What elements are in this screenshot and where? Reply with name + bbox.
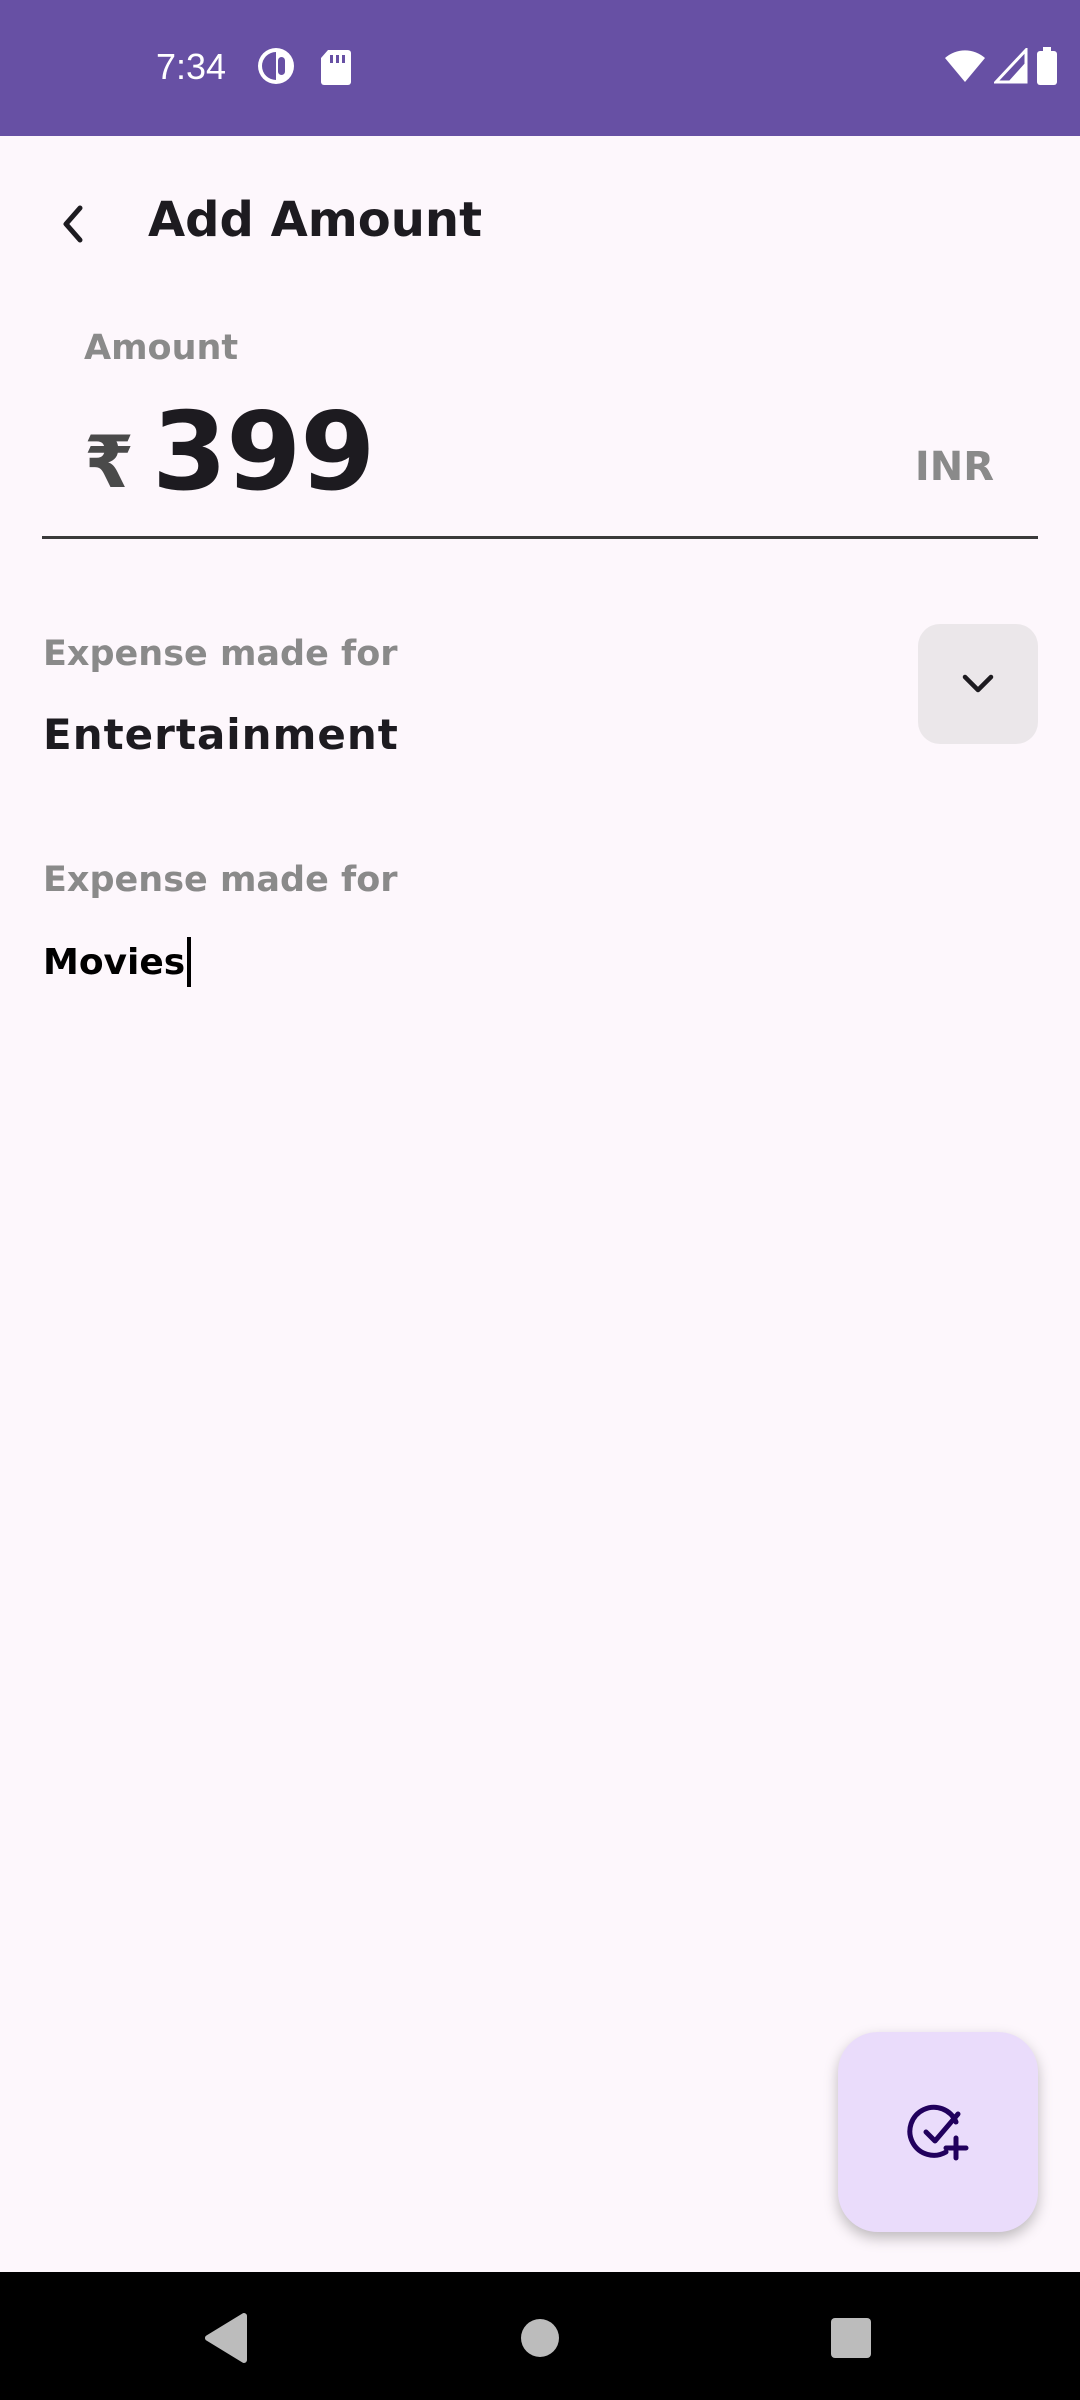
signal-icon: [992, 45, 1028, 89]
navigation-bar: [0, 2272, 1080, 2400]
amount-input[interactable]: 399: [152, 390, 375, 515]
chevron-down-icon: [962, 674, 994, 693]
status-icons: [944, 45, 1058, 90]
screen: 7:34 Add Amount Amount ₹ 399 INR Expense…: [0, 0, 1080, 2400]
wifi-icon: [944, 48, 986, 89]
nav-back-button[interactable]: [196, 2308, 256, 2368]
status-time: 7:34: [156, 46, 227, 87]
recents-square-icon: [831, 2318, 871, 2358]
status-bar: 7:34: [0, 0, 1080, 136]
sd-card-icon: [318, 46, 358, 86]
text-cursor: [187, 937, 192, 987]
home-circle-icon: [521, 2319, 559, 2357]
category-label: Expense made for: [43, 634, 398, 674]
back-arrow-icon: [63, 205, 83, 243]
currency-code: INR: [914, 444, 994, 490]
save-fab-button[interactable]: [838, 2032, 1038, 2232]
description-label: Expense made for: [43, 860, 398, 900]
category-dropdown-button[interactable]: [918, 624, 1038, 744]
description-value: Movies: [43, 941, 186, 983]
amount-label: Amount: [84, 328, 239, 368]
nav-home-button[interactable]: [510, 2308, 570, 2368]
amount-underline: [42, 536, 1038, 539]
page-title: Add Amount: [148, 192, 483, 248]
check-circle-add-icon: [907, 2104, 969, 2161]
currency-symbol: ₹: [84, 420, 135, 504]
category-value[interactable]: Entertainment: [43, 710, 399, 759]
battery-icon: [1036, 46, 1058, 90]
top-app-bar: Add Amount: [0, 136, 1080, 304]
data-saver-icon: [256, 46, 296, 86]
back-triangle-icon: [205, 2313, 247, 2363]
back-button[interactable]: [38, 188, 110, 260]
nav-recents-button[interactable]: [821, 2308, 881, 2368]
description-input[interactable]: Movies: [43, 934, 1039, 990]
